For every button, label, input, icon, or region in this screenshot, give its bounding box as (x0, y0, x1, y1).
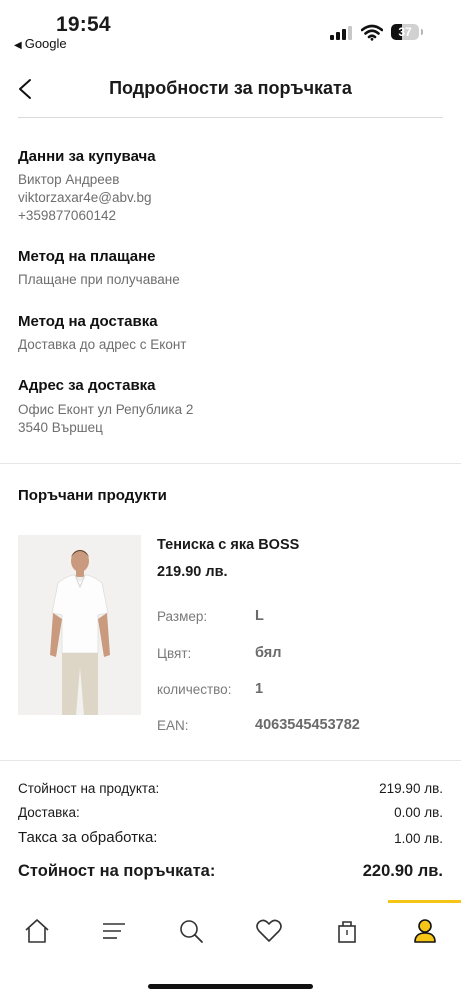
buyer-phone: +359877060142 (18, 208, 116, 223)
section-divider (0, 463, 461, 464)
bag-icon (338, 921, 356, 943)
battery-level: 37 (398, 25, 412, 39)
handling-fee-value: 1.00 лв. (394, 831, 443, 846)
payment-method: Плащане при получаване (18, 272, 180, 287)
battery-cap (421, 29, 423, 35)
buyer-section-title: Данни за купувача (18, 148, 156, 165)
attr-value-quantity: 1 (255, 681, 264, 697)
page-header: Подробности за поръчката (0, 66, 461, 112)
address-section-title: Адрес за доставка (18, 377, 156, 394)
status-bar: 19:54 ◀ Google 37 (0, 0, 461, 58)
nav-account[interactable] (410, 916, 440, 946)
home-icon (25, 919, 49, 943)
delivery-method: Доставка до адрес с Еконт (18, 337, 187, 352)
payment-section-title: Метод на плащане (18, 248, 156, 265)
heart-icon (256, 919, 282, 942)
shipping-value: 0.00 лв. (394, 805, 443, 820)
cellular-signal-icon (330, 26, 352, 40)
battery-icon: 37 (391, 24, 419, 40)
attr-value-ean: 4063545453782 (255, 717, 360, 733)
buyer-name: Виктор Андреев (18, 172, 120, 187)
home-indicator[interactable] (148, 984, 313, 989)
back-triangle-icon: ◀ (14, 40, 22, 51)
attr-value-size: L (255, 608, 264, 624)
nav-cart[interactable] (332, 916, 362, 946)
address-line-1: Офис Еконт ул Република 2 (18, 402, 194, 417)
menu-icon (103, 923, 125, 939)
delivery-section-title: Метод на доставка (18, 313, 158, 330)
products-section-title: Поръчани продукти (18, 487, 167, 504)
user-icon (414, 919, 436, 943)
address-line-2: 3540 Вършец (18, 420, 103, 435)
back-to-app-link[interactable]: ◀ Google (14, 36, 67, 51)
attr-label-size: Размер: (157, 609, 208, 624)
order-total-label: Стойност на поръчката: (18, 862, 216, 880)
order-total-value: 220.90 лв. (362, 862, 443, 880)
header-divider (18, 117, 443, 118)
status-time: 19:54 (56, 13, 111, 36)
attr-label-color: Цвят: (157, 646, 192, 661)
totals-divider (0, 760, 461, 761)
attr-label-ean: EAN: (157, 718, 189, 733)
wifi-icon (360, 24, 384, 46)
subtotal-value: 219.90 лв. (379, 781, 443, 796)
product-name[interactable]: Тениска с яка BOSS (157, 537, 299, 553)
product-image[interactable] (18, 535, 141, 715)
nav-search[interactable] (176, 916, 206, 946)
buyer-email: viktorzaxar4e@abv.bg (18, 190, 152, 205)
page-title: Подробности за поръчката (109, 78, 352, 98)
active-tab-indicator (388, 900, 461, 903)
subtotal-label: Стойност на продукта: (18, 781, 160, 796)
product-photo-illustration (18, 535, 141, 715)
attr-value-color: бял (255, 645, 282, 661)
shipping-label: Доставка: (18, 805, 80, 820)
nav-menu[interactable] (99, 916, 129, 946)
product-price: 219.90 лв. (157, 564, 228, 580)
nav-favorites[interactable] (254, 916, 284, 946)
handling-fee-label: Такса за обработка: (18, 829, 158, 846)
attr-label-quantity: количество: (157, 682, 232, 697)
nav-home[interactable] (22, 916, 52, 946)
search-icon (180, 920, 203, 943)
back-app-label: Google (24, 36, 67, 51)
